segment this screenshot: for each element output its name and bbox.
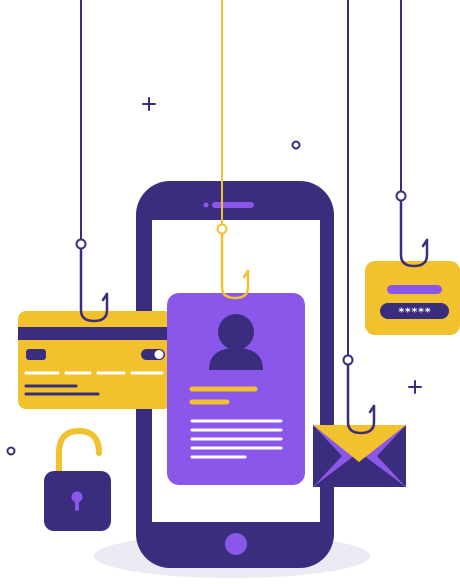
card-stripe [18, 327, 172, 340]
password-card-body [365, 261, 460, 335]
fishing-hook-icon [342, 354, 376, 435]
card-toggle-knob [154, 350, 164, 359]
avatar-head [218, 314, 254, 350]
credit-card-icon [18, 311, 172, 409]
phone-home-button [225, 533, 247, 555]
id-card-profile-icon [167, 293, 305, 485]
card-chip [26, 349, 46, 360]
email-envelope-icon [313, 425, 406, 487]
plus-sparkle-icon [142, 97, 156, 111]
plus-sparkle-icon [408, 380, 422, 394]
phishing-illustration: ***** [6, 0, 460, 578]
phone-speaker [212, 202, 254, 208]
fishing-hook-icon [395, 190, 429, 268]
padlock-shackle [56, 427, 102, 476]
phone-camera-dot [203, 202, 209, 208]
fishing-hook-icon [75, 238, 109, 323]
masked-password-text: ***** [398, 306, 431, 319]
open-padlock-icon [44, 427, 111, 531]
username-bar [387, 285, 442, 294]
circle-sparkle-icon [291, 140, 301, 150]
padlock-keyhole-slot [75, 499, 79, 511]
password-field-icon: ***** [365, 261, 460, 335]
circle-sparkle-icon [6, 446, 16, 456]
